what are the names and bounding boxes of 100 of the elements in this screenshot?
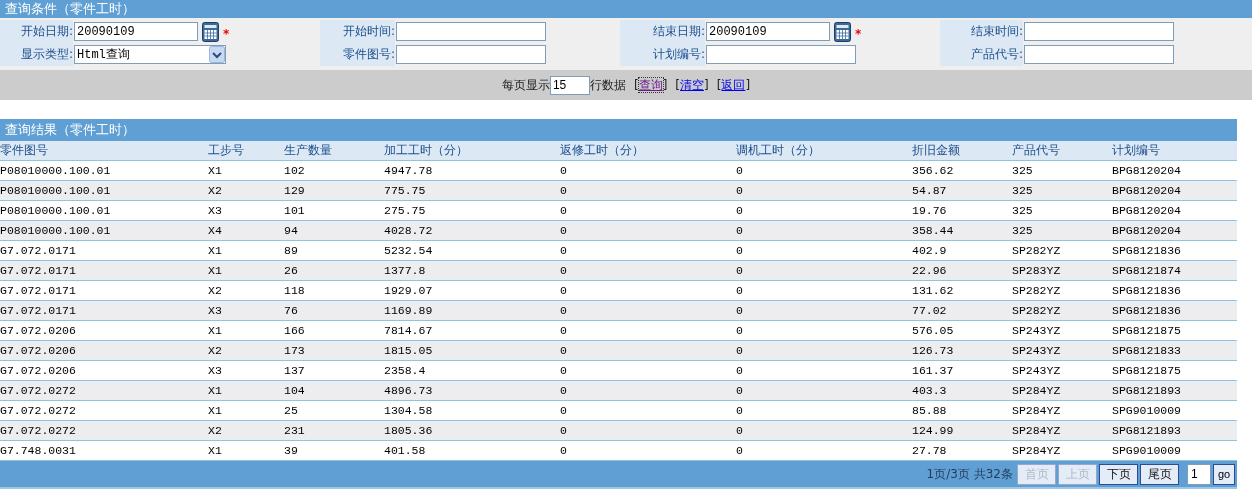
table-cell-text: 0 — [560, 304, 568, 317]
bracket-text: ] — [745, 77, 751, 92]
table-cell-text: X1 — [208, 324, 223, 337]
table-cell-text: SPG8121875 — [1112, 324, 1182, 337]
display-type-select[interactable]: Html查询 — [74, 45, 226, 64]
table-cell-text: BPG8120204 — [1112, 164, 1182, 177]
table-cell-text: 0 — [736, 324, 744, 337]
date-field[interactable]: 20090109 — [74, 22, 198, 41]
field-label: 零件图号: — [320, 43, 395, 66]
table-cell-text: 118 — [284, 284, 306, 297]
table-cell-text: 4947.78 — [384, 164, 434, 177]
page-button[interactable]: 下页 — [1099, 463, 1138, 485]
table-cell-text: 0 — [736, 284, 744, 297]
table-cell-text: G7.072.0206 — [0, 364, 77, 377]
table-cell-text: SPG8121836 — [1112, 304, 1182, 317]
table-cell-text: 403.3 — [912, 384, 948, 397]
action-link[interactable]: 返回 — [721, 77, 746, 92]
table-cell-text: 7814.67 — [384, 324, 434, 337]
table-cell-text: 94 — [284, 224, 299, 237]
table-cell-text: G7.072.0171 — [0, 264, 77, 277]
table-cell-text: G7.072.0272 — [0, 384, 77, 397]
table-cell-text: 0 — [736, 444, 744, 457]
table-cell-text: 0 — [736, 164, 744, 177]
table-cell-text: 1929.07 — [384, 284, 434, 297]
table-cell-text: 0 — [736, 304, 744, 317]
table-cell-text: 231 — [284, 424, 306, 437]
text-field[interactable] — [396, 22, 546, 41]
table-cell-text: X1 — [208, 264, 223, 277]
text-field[interactable] — [1024, 22, 1174, 41]
table-cell-text: 0 — [736, 364, 744, 377]
table-cell-text: P08010000.100.01 — [0, 224, 112, 237]
table-cell-text: P08010000.100.01 — [0, 164, 112, 177]
text-field[interactable] — [1024, 45, 1174, 64]
table-cell-text: 131.62 — [912, 284, 955, 297]
required-mark: * — [855, 26, 862, 41]
column-header: 调机工时（分） — [736, 142, 821, 159]
table-cell-text: 325 — [1012, 224, 1034, 237]
action-link[interactable]: 清空 — [680, 77, 704, 92]
table-cell-text: 0 — [560, 164, 568, 177]
table-cell-text: X2 — [208, 424, 223, 437]
bracket-text: ] — [662, 77, 668, 92]
table-cell-text: 0 — [736, 344, 744, 357]
table-cell-text: G7.072.0206 — [0, 344, 77, 357]
column-header: 产品代号 — [1012, 142, 1061, 159]
table-cell-text: 0 — [560, 244, 568, 257]
table-cell-text: 54.87 — [912, 184, 948, 197]
bracket-text: [ — [675, 77, 680, 92]
table-cell-text: 358.44 — [912, 224, 955, 237]
table-cell-text: SPG9010009 — [1112, 404, 1182, 417]
table-cell-text: SP283YZ — [1012, 264, 1062, 277]
calendar-icon[interactable] — [834, 21, 851, 42]
table-cell-text: SPG8121893 — [1112, 424, 1182, 437]
table-cell-text: G7.072.0206 — [0, 324, 77, 337]
table-cell-text: 0 — [736, 244, 744, 257]
table-cell-text: 166 — [284, 324, 306, 337]
field-label: 开始时间: — [320, 20, 395, 43]
table-cell-text: 39 — [284, 444, 299, 457]
table-cell-text: P08010000.100.01 — [0, 184, 112, 197]
page-size-field[interactable]: 15 — [549, 75, 590, 95]
text-field[interactable] — [396, 45, 546, 64]
table-cell-text: X2 — [208, 184, 223, 197]
table-cell-text: 89 — [284, 244, 299, 257]
table-cell-text: 0 — [560, 344, 568, 357]
bracket-text: [ — [633, 77, 639, 92]
required-mark: * — [223, 26, 230, 41]
table-cell-text: 0 — [560, 384, 568, 397]
table-cell-text: 104 — [284, 384, 306, 397]
table-cell-text: 325 — [1012, 204, 1034, 217]
table-cell-text: G7.072.0171 — [0, 304, 77, 317]
go-button[interactable]: go — [1213, 463, 1235, 485]
text-field[interactable] — [706, 45, 856, 64]
table-cell-text: 0 — [560, 204, 568, 217]
page-button[interactable]: 尾页 — [1140, 463, 1179, 485]
table-cell-text: SP243YZ — [1012, 324, 1062, 337]
page-number-field[interactable]: 1 — [1187, 463, 1211, 485]
calendar-icon[interactable] — [202, 21, 219, 42]
table-cell-text: X3 — [208, 364, 223, 377]
table-cell-text: X1 — [208, 444, 223, 457]
column-header: 生产数量 — [284, 142, 333, 159]
dropdown-icon[interactable] — [209, 46, 225, 63]
action-link[interactable]: 查询 — [638, 77, 663, 92]
table-cell-text: SPG8121874 — [1112, 264, 1182, 277]
page-size-suffix: 行数据 — [589, 76, 626, 94]
table-cell-text: 26 — [284, 264, 299, 277]
table-cell-text: 161.37 — [912, 364, 955, 377]
table-cell-text: 101 — [284, 204, 306, 217]
table-cell-text: 0 — [560, 444, 568, 457]
table-cell-text: SP282YZ — [1012, 304, 1062, 317]
column-header: 折旧金额 — [912, 142, 961, 159]
table-cell-text: SPG8121836 — [1112, 244, 1182, 257]
table-cell-text: 0 — [560, 424, 568, 437]
table-cell-text: 126.73 — [912, 344, 955, 357]
table-cell-text: G7.072.0171 — [0, 284, 77, 297]
table-cell-text: 356.62 — [912, 164, 955, 177]
table-cell-text: 0 — [560, 224, 568, 237]
table-cell-text: 0 — [560, 364, 568, 377]
table-cell-text: BPG8120204 — [1112, 184, 1182, 197]
date-field[interactable]: 20090109 — [706, 22, 830, 41]
bracket-text: [ — [716, 77, 722, 92]
field-label: 产品代号: — [940, 43, 1023, 66]
